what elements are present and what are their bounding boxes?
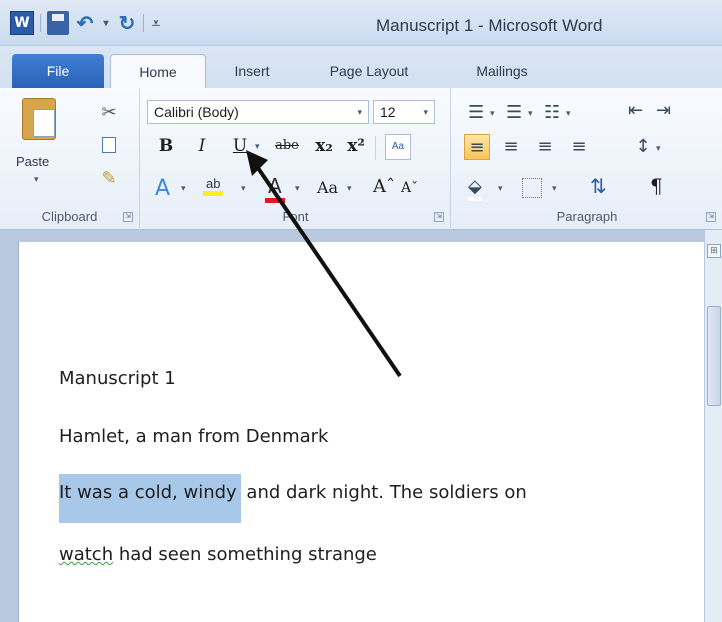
shading-dropdown-icon[interactable]: ▾	[498, 183, 503, 194]
font-name-value: Calibri (Body)	[154, 104, 239, 120]
word-app-icon[interactable]: W	[10, 11, 34, 35]
tab-file[interactable]: File	[12, 54, 104, 88]
title-bar: W ↶ ▾ ↻ ⩡ Manuscript 1 - Microsoft Word	[0, 0, 722, 46]
document-page[interactable]: Manuscript 1 Hamlet, a man from Denmark …	[18, 242, 704, 622]
tab-page-layout[interactable]: Page Layout	[304, 54, 434, 88]
align-left-button[interactable]: ≡	[464, 134, 490, 160]
scroll-thumb[interactable]	[707, 306, 721, 406]
line-spacing-icon[interactable]: ↕	[630, 134, 656, 160]
borders-icon[interactable]	[522, 178, 542, 198]
ribbon: Paste ▾ ✂ ✎ Clipboard ⇲ Calibri (Body) ▾…	[0, 88, 722, 230]
qat-separator	[40, 14, 41, 32]
shrink-font-button[interactable]: Aˇ	[401, 180, 418, 196]
undo-dropdown-icon[interactable]: ▾	[101, 11, 111, 35]
chevron-down-icon[interactable]: ▾	[357, 101, 362, 123]
align-right-button[interactable]: ≡	[532, 134, 558, 160]
ribbon-tabs: File Home Insert Page Layout Mailings	[0, 46, 722, 88]
paragraph-group-label: Paragraph	[556, 209, 618, 224]
cut-icon[interactable]: ✂	[98, 102, 120, 124]
justify-button[interactable]: ≡	[566, 134, 592, 160]
font-size-value: 12	[380, 104, 396, 120]
highlight-dropdown-icon[interactable]: ▾	[241, 183, 246, 194]
chevron-down-icon[interactable]: ▾	[423, 101, 428, 123]
change-case-button[interactable]: Aa	[317, 178, 338, 197]
line-text[interactable]: and dark night. The soldiers on	[241, 482, 526, 503]
font-color-dropdown-icon[interactable]: ▾	[295, 183, 300, 194]
clipboard-group: Paste ▾ ✂ ✎ Clipboard ⇲	[0, 88, 140, 230]
undo-icon[interactable]: ↶	[75, 11, 95, 35]
bold-button[interactable]: B	[155, 136, 177, 156]
clipboard-group-label: Clipboard	[41, 209, 98, 224]
font-name-select[interactable]: Calibri (Body) ▾	[147, 100, 369, 124]
customize-qat-icon[interactable]: ⩡	[150, 11, 162, 35]
selected-text[interactable]: It was a cold, windy	[59, 474, 241, 523]
spelling-flagged-word[interactable]: watch	[59, 544, 113, 565]
document-line[interactable]: Hamlet, a man from Denmark	[59, 426, 328, 447]
font-group: Calibri (Body) ▾ 12 ▾ B I U ▾ abe x₂ x² …	[141, 88, 451, 230]
bullets-dropdown-icon[interactable]: ▾	[490, 108, 495, 119]
align-center-button[interactable]: ≡	[498, 134, 524, 160]
subscript-button[interactable]: x₂	[313, 136, 335, 156]
tab-insert[interactable]: Insert	[216, 54, 288, 88]
highlight-icon[interactable]: ab	[203, 176, 224, 196]
ruler-toggle-icon[interactable]: ⊞	[707, 244, 721, 258]
increase-indent-icon[interactable]: ⇥	[656, 100, 671, 121]
document-line[interactable]: watch had seen something strange	[59, 544, 377, 565]
document-line[interactable]: Manuscript 1	[59, 368, 176, 389]
multilevel-list-icon[interactable]: ☷	[544, 102, 560, 123]
shading-icon[interactable]: ⬙	[468, 176, 482, 201]
window-title: Manuscript 1 - Microsoft Word	[376, 16, 603, 35]
paste-icon[interactable]	[22, 98, 56, 140]
paste-dropdown-icon[interactable]: ▾	[34, 174, 39, 185]
decrease-indent-icon[interactable]: ⇤	[628, 100, 643, 121]
tab-mailings[interactable]: Mailings	[456, 54, 548, 88]
vertical-scrollbar[interactable]: ⊞	[704, 230, 722, 622]
line-text[interactable]: had seen something strange	[113, 544, 377, 565]
font-color-icon[interactable]: A	[265, 174, 285, 203]
qat-separator	[143, 14, 144, 32]
redo-icon[interactable]: ↻	[117, 11, 137, 35]
font-group-label: Font	[282, 209, 309, 224]
clear-formatting-icon[interactable]: Aa	[385, 134, 411, 160]
italic-button[interactable]: I	[191, 136, 213, 156]
font-launcher-icon[interactable]: ⇲	[434, 212, 444, 222]
font-separator	[375, 136, 376, 160]
font-size-select[interactable]: 12 ▾	[373, 100, 435, 124]
numbering-dropdown-icon[interactable]: ▾	[528, 108, 533, 119]
superscript-button[interactable]: x²	[345, 136, 367, 156]
paste-button[interactable]: Paste	[16, 154, 49, 169]
paragraph-group: ☰ ▾ ☰ ▾ ☷ ▾ ⇤ ⇥ ≡ ≡ ≡ ≡ ↕ ▾ ⬙ ▾ ▾ ⇅ ¶ Pa…	[452, 88, 722, 230]
document-area: Manuscript 1 Hamlet, a man from Denmark …	[0, 230, 722, 622]
paragraph-launcher-icon[interactable]: ⇲	[706, 212, 716, 222]
change-case-dropdown-icon[interactable]: ▾	[347, 183, 352, 194]
clipboard-launcher-icon[interactable]: ⇲	[123, 212, 133, 222]
strikethrough-button[interactable]: abe	[269, 138, 305, 153]
bullets-icon[interactable]: ☰	[468, 102, 484, 123]
line-spacing-dropdown-icon[interactable]: ▾	[656, 143, 661, 154]
format-painter-icon[interactable]: ✎	[98, 168, 120, 190]
text-effects-dropdown-icon[interactable]: ▾	[181, 183, 186, 194]
document-line[interactable]: It was a cold, windy and dark night. The…	[59, 474, 527, 523]
multilevel-dropdown-icon[interactable]: ▾	[566, 108, 571, 119]
numbering-icon[interactable]: ☰	[506, 102, 522, 123]
grow-font-button[interactable]: Aˆ	[373, 176, 395, 197]
copy-icon[interactable]	[98, 134, 120, 156]
sort-icon[interactable]: ⇅	[590, 174, 607, 198]
underline-button[interactable]: U	[229, 136, 251, 156]
underline-dropdown-icon[interactable]: ▾	[255, 141, 260, 152]
show-formatting-marks-button[interactable]: ¶	[650, 174, 663, 198]
borders-dropdown-icon[interactable]: ▾	[552, 183, 557, 194]
save-icon[interactable]	[47, 11, 69, 35]
quick-access-toolbar: W ↶ ▾ ↻ ⩡	[10, 11, 162, 35]
tab-home[interactable]: Home	[110, 54, 206, 88]
text-effects-icon[interactable]: A	[155, 176, 170, 201]
